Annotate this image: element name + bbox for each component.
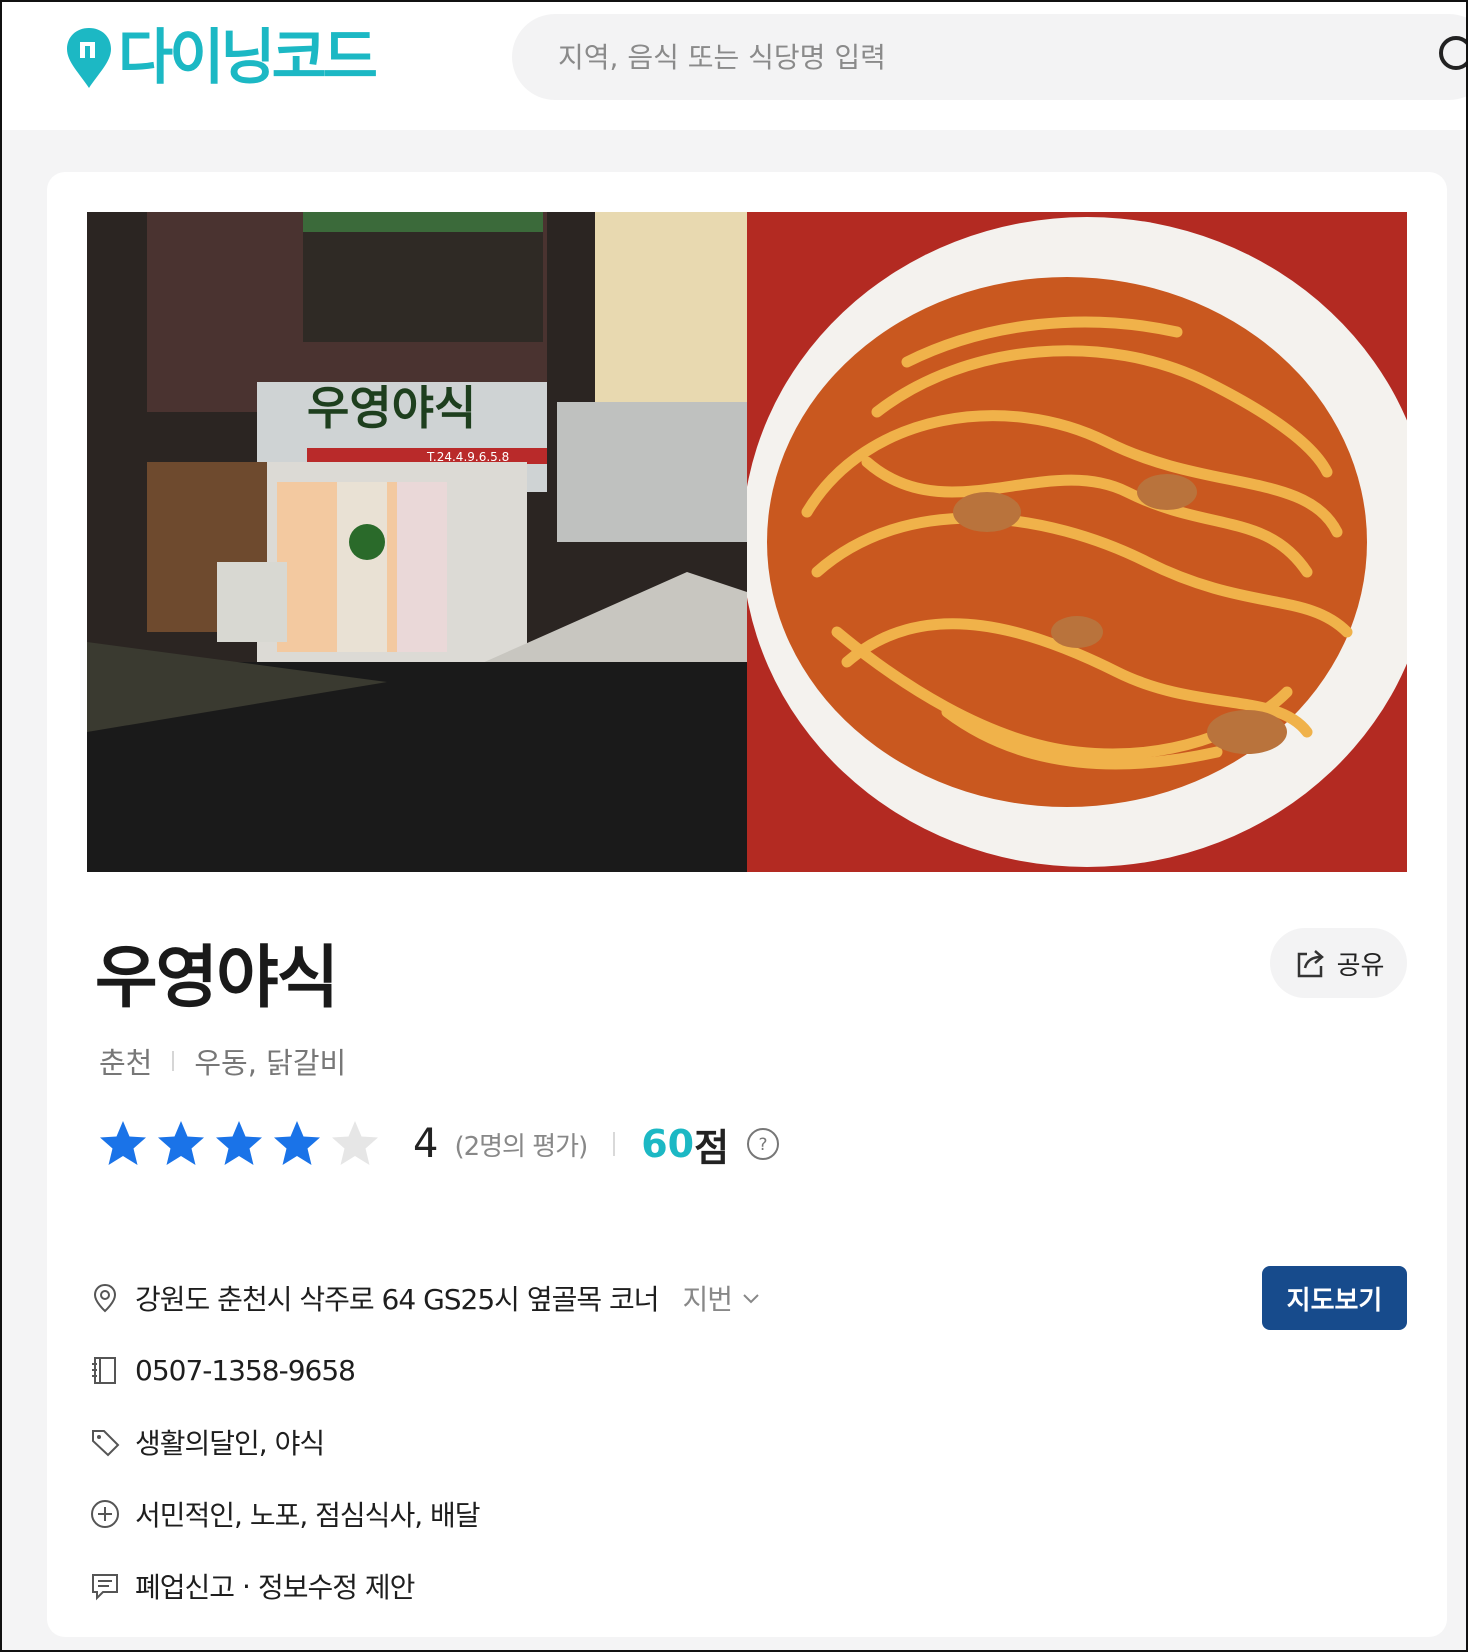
tag-icon: [92, 1430, 120, 1457]
dish-image: [747, 212, 1407, 872]
address-text: 강원도 춘천시 삭주로 64 GS25시 옆골목 코너: [135, 1283, 660, 1316]
suggest-separator: ·: [242, 1569, 251, 1603]
logo-pin-icon: [67, 28, 111, 88]
edit-suggest-link[interactable]: 정보수정 제안: [258, 1566, 415, 1606]
star-rating: [97, 1118, 387, 1170]
phone-number[interactable]: 0507-1358-9658: [135, 1354, 356, 1387]
photo-gallery: 우영야식 T.24.4.9.6.5.8: [87, 212, 1407, 872]
photo-dish[interactable]: [747, 212, 1407, 872]
rating-value: 4: [413, 1121, 439, 1167]
tags-text: 생활의달인, 야식: [135, 1427, 325, 1460]
logo-text: 다이닝코드: [118, 23, 378, 93]
score-unit: 점: [694, 1125, 730, 1170]
suggest-row: 폐업신고 · 정보수정 제안: [89, 1564, 415, 1608]
view-map-button[interactable]: 지도보기: [1262, 1266, 1407, 1330]
star-filled-icon: [158, 1121, 204, 1165]
star-empty-icon: [332, 1121, 378, 1165]
logo[interactable]: 다이닝코드: [64, 23, 378, 93]
share-label: 공유: [1336, 950, 1385, 981]
meta-divider: [172, 1051, 175, 1071]
address-row: 강원도 춘천시 삭주로 64 GS25시 옆골목 코너 지번: [89, 1276, 762, 1320]
location-pin-icon: [93, 1283, 117, 1313]
share-button[interactable]: 공유: [1270, 928, 1407, 998]
rating-count: (2명의 평가): [454, 1131, 588, 1162]
store-front-image: 우영야식 T.24.4.9.6.5.8: [87, 212, 747, 872]
rating-row: 4 (2명의 평가) 60 점 ?: [97, 1114, 781, 1174]
store-sign-phone: T.24.4.9.6.5.8: [426, 450, 509, 464]
star-filled-icon: [100, 1121, 146, 1165]
rating-divider: [613, 1132, 616, 1156]
restaurant-name: 우영야식: [95, 939, 339, 1018]
help-icon[interactable]: ?: [745, 1126, 781, 1162]
search-icon[interactable]: [1436, 33, 1468, 81]
search-input[interactable]: [558, 27, 1378, 87]
search-bar[interactable]: [512, 14, 1468, 100]
share-icon: [1297, 950, 1324, 978]
score-value: 60: [641, 1122, 695, 1166]
close-report-link[interactable]: 폐업신고: [135, 1566, 235, 1606]
phone-book-icon: [92, 1357, 116, 1384]
restaurant-meta: 춘천 우동, 닭갈비: [99, 1040, 346, 1082]
jibun-toggle[interactable]: 지번: [683, 1278, 763, 1318]
comment-icon: [92, 1574, 118, 1601]
star-filled-icon: [274, 1121, 320, 1165]
svg-text:?: ?: [759, 1135, 768, 1155]
star-filled-icon: [216, 1121, 262, 1165]
tags-row: 생활의달인, 야식: [89, 1420, 325, 1464]
category-text[interactable]: 우동, 닭갈비: [194, 1040, 346, 1082]
header: 다이닝코드: [0, 0, 1468, 130]
photo-store-front[interactable]: 우영야식 T.24.4.9.6.5.8: [87, 212, 747, 872]
jibun-label: 지번: [682, 1283, 734, 1316]
region-link[interactable]: 춘천: [99, 1040, 152, 1082]
restaurant-card: 우영야식 T.24.4.9.6.5.8 우영야식 공유 춘천 우동, 닭갈비 4…: [47, 172, 1447, 1637]
features-text: 서민적인, 노포, 점심식사, 배달: [135, 1499, 481, 1532]
plus-circle-icon: [91, 1500, 119, 1528]
store-sign-text: 우영야식: [307, 381, 476, 435]
chevron-down-icon: [743, 1294, 759, 1304]
features-row: 서민적인, 노포, 점심식사, 배달: [89, 1492, 481, 1536]
phone-row: 0507-1358-9658: [89, 1348, 356, 1392]
